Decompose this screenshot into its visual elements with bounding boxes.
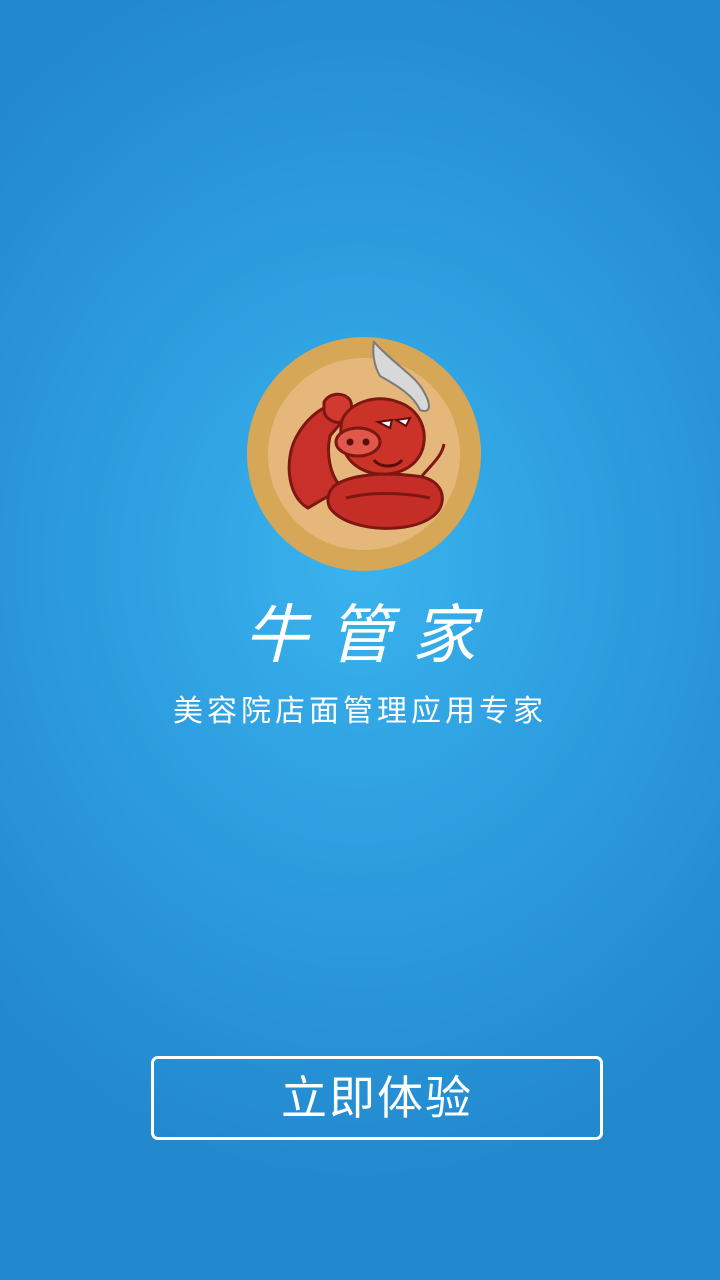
splash-screen: 牛管家 美容院店面管理应用专家 立即体验 (0, 0, 720, 1280)
app-name: 牛管家 (244, 599, 496, 673)
try-now-button[interactable]: 立即体验 (151, 1056, 603, 1140)
bull-logo-icon (246, 336, 482, 572)
app-tagline: 美容院店面管理应用专家 (173, 694, 547, 729)
